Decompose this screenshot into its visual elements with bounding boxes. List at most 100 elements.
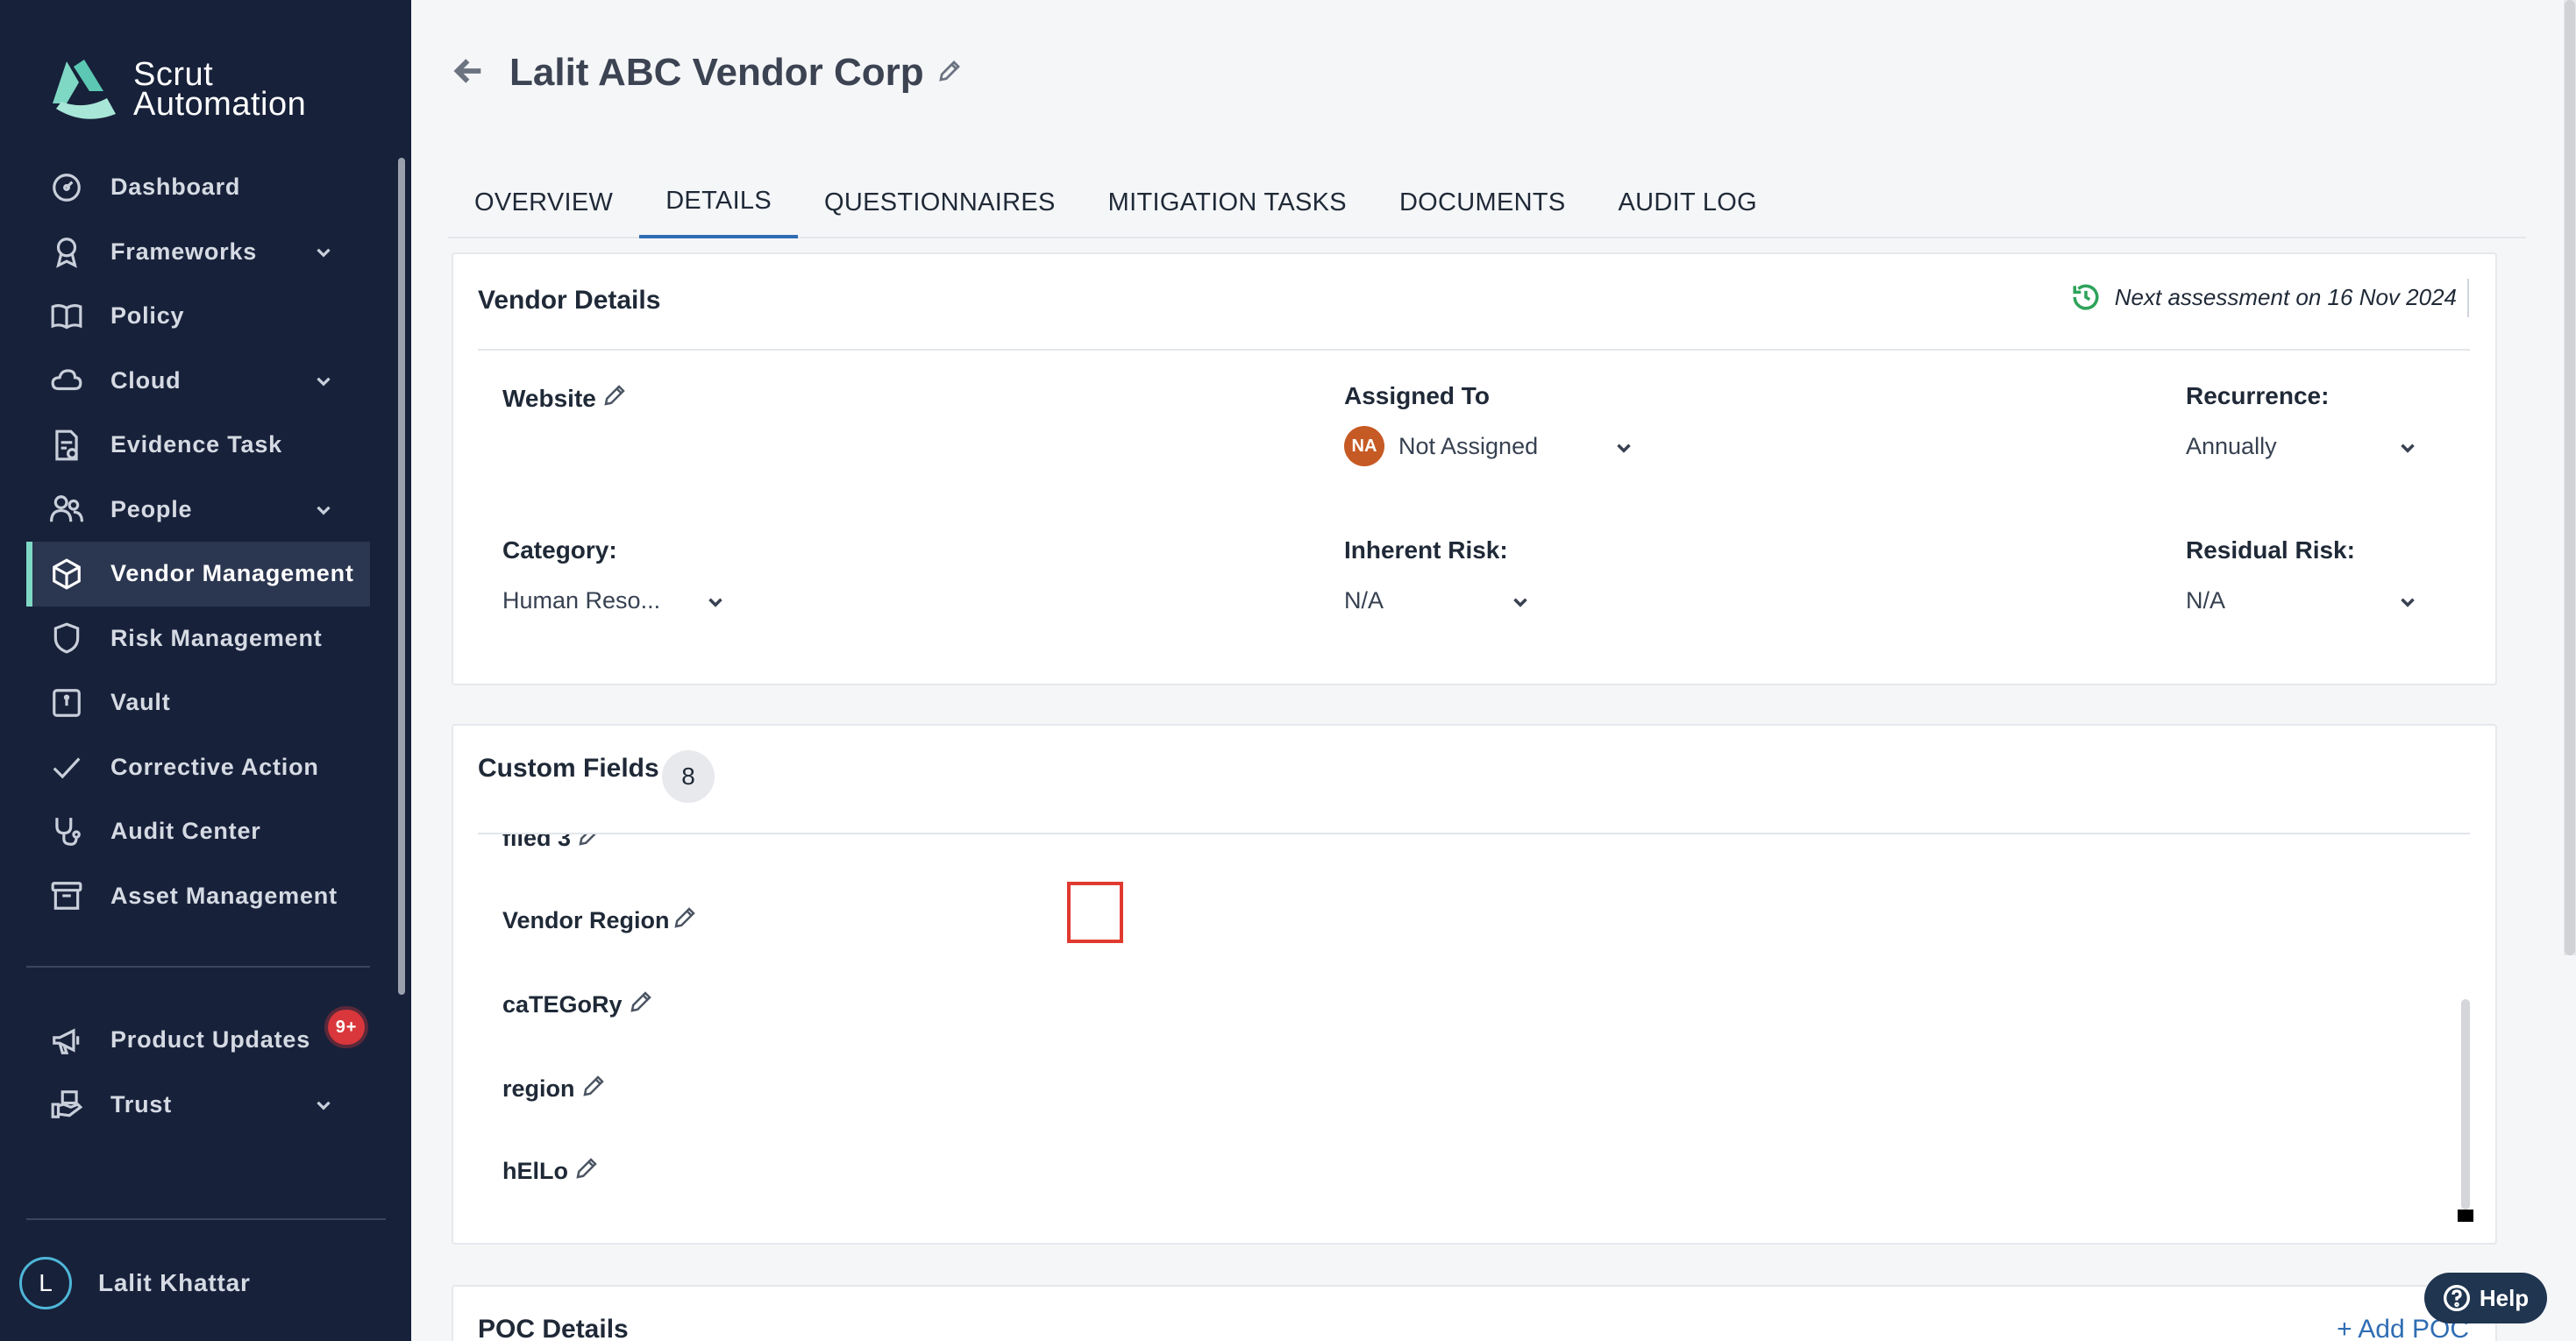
page-title: Lalit ABC Vendor Corp — [509, 51, 924, 94]
custom-fields-scrollbar[interactable] — [2461, 999, 2470, 1210]
sidebar-item-label: Policy — [110, 302, 185, 330]
inherent-risk-label: Inherent Risk: — [1344, 536, 1508, 564]
check-icon — [49, 749, 84, 784]
sidebar-item-audit-center[interactable]: Audit Center — [26, 799, 370, 864]
avatar: L — [19, 1257, 72, 1309]
sidebar-divider — [26, 966, 370, 968]
residual-risk-value[interactable]: N/A — [2186, 587, 2225, 614]
book-icon — [49, 299, 84, 334]
custom-fields-title: Custom Fields — [478, 754, 659, 783]
sidebar-item-label: Audit Center — [110, 818, 261, 845]
chevron-down-icon[interactable] — [312, 370, 335, 393]
user-profile[interactable]: L Lalit Khattar — [19, 1257, 251, 1309]
page-header: Lalit ABC Vendor Corp — [452, 51, 963, 95]
tab-details[interactable]: DETAILS — [639, 167, 799, 238]
scroll-resize-handle[interactable] — [2458, 1210, 2473, 1222]
tab-questionnaires[interactable]: QUESTIONNAIRES — [798, 167, 1082, 238]
tab-documents[interactable]: DOCUMENTS — [1373, 167, 1592, 238]
sidebar-item-label: Trust — [110, 1090, 173, 1118]
help-button[interactable]: Help — [2424, 1273, 2547, 1323]
custom-field-label: hElLo — [502, 1158, 568, 1184]
page-scrollbar[interactable] — [2565, 0, 2575, 955]
website-label: Website — [502, 384, 596, 412]
megaphone-icon — [49, 1023, 84, 1058]
tab-mitigation-tasks[interactable]: MITIGATION TASKS — [1082, 167, 1373, 238]
sidebar: Scrut Automation Dashboard Frameworks Po… — [0, 0, 411, 1341]
sidebar-item-product-updates[interactable]: Product Updates 9+ — [26, 1008, 370, 1073]
stethoscope-icon — [49, 814, 84, 849]
recurrence-label: Recurrence: — [2186, 382, 2330, 409]
brand-line2: Automation — [133, 86, 307, 123]
custom-fields-card: Custom Fields 8 filed 3 Vendor Region ca… — [452, 724, 2497, 1245]
sidebar-item-risk-management[interactable]: Risk Management — [26, 607, 370, 671]
edit-pencil-icon[interactable] — [576, 834, 602, 855]
custom-fields-count-badge: 8 — [662, 750, 715, 803]
highlight-box — [1067, 882, 1123, 943]
sidebar-item-vendor-management[interactable]: Vendor Management — [26, 542, 370, 607]
sidebar-item-label: Evidence Task — [110, 431, 282, 458]
sidebar-item-vault[interactable]: Vault — [26, 670, 370, 735]
scrut-logo-icon — [53, 60, 116, 119]
brand-name: Scrut Automation — [133, 58, 307, 123]
sidebar-item-label: Vault — [110, 689, 171, 716]
edit-pencil-icon[interactable] — [672, 905, 698, 937]
sidebar-item-label: People — [110, 495, 193, 522]
sidebar-item-frameworks[interactable]: Frameworks — [26, 220, 370, 285]
custom-field-label: Vendor Region — [502, 907, 670, 933]
poc-details-title: POC Details — [478, 1315, 629, 1341]
residual-risk-label: Residual Risk: — [2186, 536, 2355, 564]
sidebar-item-people[interactable]: People — [26, 478, 370, 543]
category-label: Category: — [502, 536, 617, 564]
custom-field-item: Vendor Region — [502, 905, 698, 937]
dashboard-icon — [49, 170, 84, 205]
custom-field-label: caTEGoRy — [502, 991, 623, 1018]
sidebar-item-asset-management[interactable]: Asset Management — [26, 864, 370, 929]
custom-field-label: filed 3 — [502, 834, 572, 851]
next-assessment-text: Next assessment on 16 Nov 2024 — [2114, 283, 2457, 310]
sidebar-item-policy[interactable]: Policy — [26, 284, 370, 349]
edit-title-pencil-icon[interactable] — [936, 58, 963, 89]
recurrence-value[interactable]: Annually — [2186, 433, 2277, 460]
scrut-logo[interactable]: Scrut Automation — [49, 56, 306, 123]
sidebar-item-trust[interactable]: Trust — [26, 1073, 370, 1138]
sidebar-item-corrective-action[interactable]: Corrective Action — [26, 735, 370, 800]
sidebar-scrollbar[interactable] — [398, 158, 405, 995]
vendor-details-title: Vendor Details — [478, 286, 661, 315]
custom-fields-list: filed 3 Vendor Region caTEGoRy region hE… — [453, 834, 2495, 1243]
chevron-down-icon[interactable] — [312, 1094, 335, 1117]
custom-field-label: region — [502, 1075, 575, 1102]
category-value[interactable]: Human Reso... — [502, 587, 660, 614]
custom-field-item: filed 3 — [502, 834, 602, 855]
edit-pencil-icon[interactable] — [628, 989, 654, 1021]
custom-field-item: region — [502, 1073, 607, 1105]
help-icon — [2443, 1285, 2470, 1311]
trust-icon — [49, 1087, 84, 1122]
sidebar-divider — [26, 1218, 386, 1220]
assigned-to-label: Assigned To — [1344, 382, 1490, 409]
chevron-down-icon[interactable] — [312, 241, 335, 264]
sidebar-item-evidence-task[interactable]: Evidence Task — [26, 413, 370, 478]
header-divider — [2467, 279, 2469, 317]
people-icon — [49, 492, 84, 527]
inherent-risk-value[interactable]: N/A — [1344, 587, 1384, 614]
edit-pencil-icon[interactable] — [580, 1073, 607, 1105]
sidebar-item-cloud[interactable]: Cloud — [26, 349, 370, 414]
assigned-to-value[interactable]: Not Assigned — [1398, 433, 1538, 460]
sidebar-item-label: Corrective Action — [110, 753, 319, 780]
section-divider — [478, 349, 2470, 351]
chevron-down-icon[interactable] — [312, 499, 335, 522]
sidebar-item-label: Vendor Management — [110, 560, 354, 587]
tab-audit-log[interactable]: AUDIT LOG — [1592, 167, 1783, 238]
back-arrow-icon[interactable] — [452, 53, 487, 93]
sidebar-item-label: Risk Management — [110, 624, 323, 651]
tab-overview[interactable]: OVERVIEW — [448, 167, 639, 238]
edit-pencil-icon[interactable] — [573, 1155, 600, 1188]
notification-badge: 9+ — [328, 1010, 365, 1045]
custom-field-item: hElLo — [502, 1155, 600, 1188]
history-icon — [2073, 284, 2099, 310]
award-icon — [49, 234, 84, 269]
sidebar-item-dashboard[interactable]: Dashboard — [26, 155, 370, 220]
sidebar-item-label: Frameworks — [110, 238, 258, 265]
website-field: Website — [502, 382, 628, 415]
edit-website-pencil-icon[interactable] — [601, 382, 628, 415]
